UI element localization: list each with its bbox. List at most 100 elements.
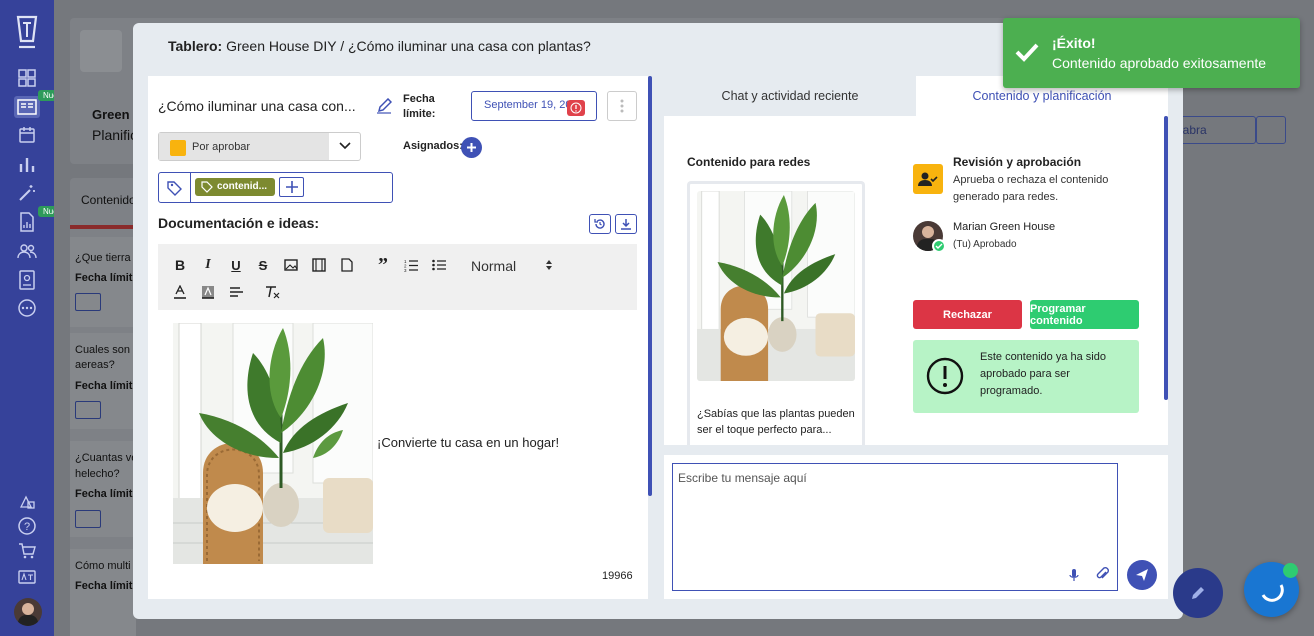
board-thumbnail bbox=[80, 30, 122, 72]
success-toast[interactable]: ¡Éxito! Contenido aprobado exitosamente bbox=[1003, 18, 1300, 88]
strikethrough-icon[interactable]: S bbox=[255, 257, 271, 273]
tag-chip-icon bbox=[201, 181, 213, 193]
help-icon[interactable]: ? bbox=[14, 515, 40, 537]
due-label: Fecha límite: bbox=[403, 93, 436, 120]
search-hint: labra bbox=[1180, 123, 1207, 137]
calendar-icon[interactable] bbox=[14, 124, 40, 146]
section-title: Documentación e ideas: bbox=[158, 215, 320, 231]
bold-icon[interactable]: B bbox=[172, 257, 188, 273]
image-caption: ¡Convierte tu casa en un hogar! bbox=[377, 435, 560, 450]
content-modal: Tablero: Green House DIY / ¿Cómo ilumina… bbox=[133, 23, 1183, 619]
char-count: 19966 bbox=[602, 570, 633, 582]
checkmark-icon bbox=[1015, 42, 1039, 62]
svg-text:?: ? bbox=[24, 521, 30, 533]
cart-icon[interactable] bbox=[14, 540, 40, 562]
post-image bbox=[697, 191, 855, 381]
assignees-label: Asignados: bbox=[403, 140, 463, 152]
history-icon[interactable] bbox=[589, 214, 611, 234]
content-planning-panel: Contenido para redes ¿Sabías que las pla… bbox=[664, 116, 1168, 445]
toast-title: ¡Éxito! bbox=[1052, 35, 1096, 51]
status-color-swatch bbox=[170, 140, 186, 156]
tab-chat[interactable]: Chat y actividad reciente bbox=[664, 76, 916, 116]
grid-icon[interactable] bbox=[14, 67, 40, 89]
modal-title: Tablero: Green House DIY / ¿Cómo ilumina… bbox=[168, 38, 591, 54]
edit-icon[interactable] bbox=[376, 98, 392, 114]
clear-format-icon[interactable] bbox=[264, 284, 280, 300]
approved-notice: Este contenido ya ha sido aprobado para s… bbox=[913, 340, 1139, 413]
approved-check-icon bbox=[932, 239, 946, 253]
card-title: ¿Que tierra c bbox=[75, 252, 140, 264]
compose-fab[interactable] bbox=[1173, 568, 1223, 618]
underline-icon[interactable]: U bbox=[228, 257, 244, 273]
quote-icon[interactable]: ” bbox=[375, 254, 391, 276]
card-title: aereas? bbox=[75, 359, 115, 371]
reviewer-status: (Tu) Aprobado bbox=[953, 239, 1017, 250]
review-title: Revisión y aprobación bbox=[953, 155, 1082, 169]
approved-notice-text: Este contenido ya ha sido aprobado para s… bbox=[980, 351, 1106, 397]
online-indicator bbox=[1283, 563, 1298, 578]
left-scrollbar[interactable] bbox=[648, 76, 652, 496]
post-text: ¿Sabías que las plantas pueden ser el toq… bbox=[697, 408, 855, 436]
shapes-icon[interactable] bbox=[14, 490, 40, 512]
tag-icon bbox=[159, 173, 191, 202]
ordered-list-icon[interactable]: 123 bbox=[403, 257, 419, 273]
document-panel: ¿Cómo iluminar una casa con... Fecha lími… bbox=[148, 76, 648, 599]
card-title: Cuales son bbox=[75, 344, 131, 356]
board-subtitle: Planific bbox=[92, 127, 138, 143]
reject-button[interactable]: Rechazar bbox=[913, 300, 1022, 329]
social-content-title: Contenido para redes bbox=[687, 155, 811, 169]
bullet-list-icon[interactable] bbox=[431, 257, 447, 273]
status-value: Por aprobar bbox=[192, 141, 251, 153]
image-icon[interactable] bbox=[283, 257, 299, 273]
magic-wand-icon[interactable] bbox=[14, 182, 40, 204]
add-assignee-button[interactable] bbox=[461, 137, 482, 158]
card-meta: Fecha límite bbox=[75, 488, 139, 500]
content-title[interactable]: ¿Cómo iluminar una casa con... bbox=[158, 98, 356, 114]
side-panel: Chat y actividad reciente Contenido y pl… bbox=[664, 76, 1168, 599]
chat-composer: Escribe tu mensaje aquí bbox=[664, 455, 1168, 599]
file-icon[interactable] bbox=[339, 257, 355, 273]
add-tag-button[interactable] bbox=[279, 177, 304, 197]
info-alert-icon bbox=[926, 357, 964, 395]
svg-text:3: 3 bbox=[404, 268, 407, 272]
team-icon[interactable] bbox=[14, 240, 40, 262]
message-input[interactable]: Escribe tu mensaje aquí bbox=[672, 463, 1118, 591]
font-color-icon[interactable] bbox=[172, 284, 188, 300]
options-menu-button[interactable] bbox=[607, 91, 637, 121]
board-icon[interactable] bbox=[14, 96, 40, 118]
contact-card-icon[interactable] bbox=[14, 269, 40, 291]
highlight-icon[interactable] bbox=[200, 284, 216, 300]
translate-icon[interactable] bbox=[14, 566, 40, 588]
attachment-icon[interactable] bbox=[1094, 566, 1110, 582]
app-sidebar: Nuevo Nuevo ? bbox=[0, 0, 72, 636]
schedule-content-button[interactable]: Programar contenido bbox=[1030, 300, 1139, 329]
italic-icon[interactable]: I bbox=[200, 257, 216, 273]
card-meta: Fecha límite bbox=[75, 272, 139, 284]
plant-image[interactable] bbox=[173, 323, 373, 564]
content-tab: Contenido bbox=[81, 193, 136, 207]
card-title: Cómo multi bbox=[75, 560, 131, 572]
user-avatar[interactable] bbox=[14, 598, 42, 626]
tags-field[interactable]: contenid... bbox=[158, 172, 393, 203]
status-select[interactable]: Por aprobar bbox=[158, 132, 361, 161]
more-icon[interactable] bbox=[14, 297, 40, 319]
card-title: helecho? bbox=[75, 468, 120, 480]
stats-icon[interactable] bbox=[14, 153, 40, 175]
microphone-icon[interactable] bbox=[1069, 568, 1079, 582]
toast-message: Contenido aprobado exitosamente bbox=[1052, 55, 1267, 71]
align-icon[interactable] bbox=[228, 284, 244, 300]
card-title: ¿Cuantas ve bbox=[75, 452, 138, 464]
alert-icon bbox=[567, 100, 585, 116]
right-scrollbar[interactable] bbox=[1164, 116, 1168, 400]
download-icon[interactable] bbox=[615, 214, 637, 234]
card-meta: Fecha límite bbox=[75, 380, 139, 392]
social-post-card[interactable]: ¿Sabías que las plantas pueden ser el toq… bbox=[687, 181, 865, 445]
card-meta: Fecha límite bbox=[75, 580, 139, 592]
document-chart-icon[interactable] bbox=[14, 211, 40, 233]
user-approve-icon bbox=[913, 164, 943, 194]
review-description: Aprueba o rechaza el contenido generado p… bbox=[953, 174, 1109, 203]
format-select[interactable]: Normal bbox=[471, 258, 516, 274]
send-button[interactable] bbox=[1127, 560, 1157, 590]
video-icon[interactable] bbox=[311, 257, 327, 273]
app-logo-icon[interactable] bbox=[14, 14, 40, 50]
